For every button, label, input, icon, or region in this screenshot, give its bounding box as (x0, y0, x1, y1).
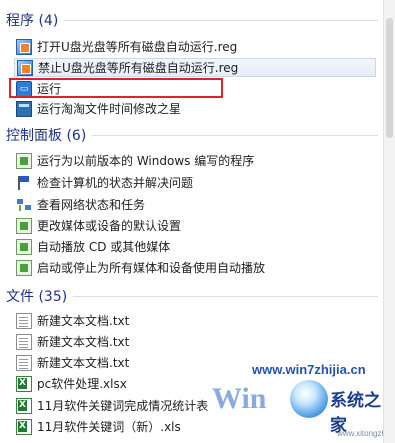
result-item[interactable]: 运行为以前版本的 Windows 编写的程序 (16, 151, 376, 170)
excel-file-icon (16, 375, 32, 392)
group-title-files: 文件 (35) (6, 289, 68, 305)
control-panel-icon (16, 259, 32, 276)
result-item[interactable]: 禁止U盘光盘等所有磁盘自动运行.reg (14, 58, 376, 77)
group-title-control-panel: 控制面板 (6) (6, 128, 87, 144)
highlight-annotation-box (9, 78, 223, 98)
text-file-icon (16, 312, 32, 329)
result-item[interactable]: 打开U盘光盘等所有磁盘自动运行.reg (16, 37, 376, 56)
result-label: 更改媒体或设备的默认设置 (37, 219, 182, 233)
result-label: 运行淘淘文件时间修改之星 (37, 102, 182, 116)
application-icon (16, 100, 32, 117)
win7-logo-watermark: Win (212, 382, 267, 415)
action-center-flag-icon (16, 175, 32, 191)
vertical-scrollbar[interactable] (383, 0, 395, 443)
result-label: 打开U盘光盘等所有磁盘自动运行.reg (37, 40, 238, 54)
result-item[interactable]: 查看网络状态和任务 (16, 195, 376, 214)
result-item[interactable]: 检查计算机的状态并解决问题 (16, 173, 376, 192)
scrollbar-thumb[interactable] (386, 18, 393, 138)
group-header-control-panel[interactable]: 控制面板 (6) (6, 124, 378, 146)
result-item[interactable]: 新建文本文档.txt (16, 311, 376, 330)
result-label: 新建文本文档.txt (37, 356, 130, 370)
svg-text:Win: Win (212, 382, 267, 415)
control-panel-icon (16, 217, 32, 234)
result-label: 检查计算机的状态并解决问题 (37, 176, 194, 190)
result-item[interactable]: 运行淘淘文件时间修改之星 (16, 99, 376, 118)
group-header-files[interactable]: 文件 (35) (6, 285, 378, 307)
result-item[interactable]: 11月软件关键词（新）.xls (16, 417, 376, 436)
excel-file-icon (16, 418, 32, 435)
registry-file-icon (17, 59, 33, 76)
control-panel-icon (16, 238, 32, 255)
result-label: 新建文本文档.txt (37, 335, 130, 349)
group-title-programs: 程序 (4) (6, 13, 59, 29)
result-label: 11月软件关键词完成情况统计表 (37, 399, 209, 413)
network-icon (16, 197, 32, 213)
result-label: 新建文本文档.txt (37, 314, 130, 328)
result-label: 禁止U盘光盘等所有磁盘自动运行.reg (38, 61, 239, 75)
result-label: 查看网络状态和任务 (37, 198, 146, 212)
text-file-icon (16, 354, 32, 371)
result-label: 11月软件关键词（新）.xls (37, 420, 181, 434)
result-label: 运行为以前版本的 Windows 编写的程序 (37, 154, 255, 168)
registry-file-icon (16, 38, 32, 55)
result-item[interactable]: 自动播放 CD 或其他媒体 (16, 237, 376, 256)
group-divider (92, 134, 378, 136)
group-divider (73, 295, 378, 297)
group-divider (64, 19, 378, 21)
group-header-programs[interactable]: 程序 (4) (6, 9, 378, 31)
search-results-panel: 程序 (4) 打开U盘光盘等所有磁盘自动运行.reg 禁止U盘光盘等所有磁盘自动… (0, 0, 395, 443)
result-item[interactable]: 新建文本文档.txt (16, 332, 376, 351)
result-label: 自动播放 CD 或其他媒体 (37, 240, 171, 254)
result-label: 启动或停止为所有媒体和设备使用自动播放 (37, 261, 266, 275)
windows-orb-icon (290, 380, 328, 418)
watermark-url: www.win7zhijia.cn (252, 362, 366, 377)
control-panel-icon (16, 152, 32, 169)
text-file-icon (16, 333, 32, 350)
excel-file-icon (16, 397, 32, 414)
result-item[interactable]: 更改媒体或设备的默认设置 (16, 216, 376, 235)
result-label: pc软件处理.xlsx (37, 377, 127, 391)
result-item[interactable]: 启动或停止为所有媒体和设备使用自动播放 (16, 258, 376, 277)
